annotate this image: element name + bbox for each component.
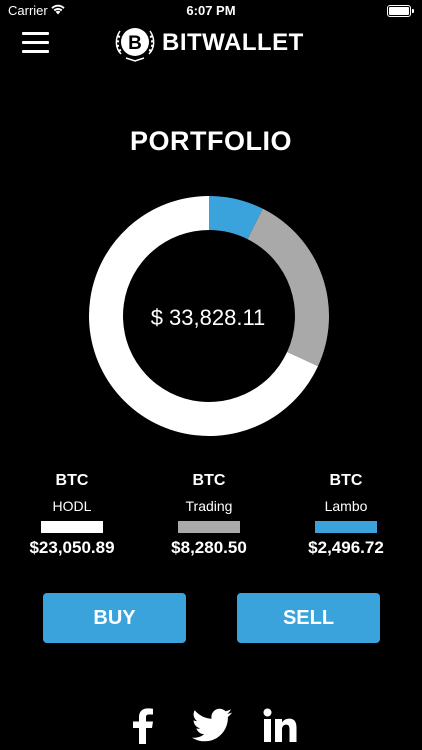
legend-amount: $2,496.72 bbox=[308, 538, 384, 557]
sell-button[interactable]: SELL bbox=[237, 593, 380, 643]
legend-amount: $8,280.50 bbox=[171, 538, 247, 557]
bitcoin-laurel-logo: B bbox=[115, 28, 155, 62]
buy-button[interactable]: BUY bbox=[43, 593, 186, 643]
page-title: PORTFOLIO bbox=[130, 126, 292, 156]
legend-coin: BTC bbox=[192, 472, 226, 489]
battery-icon bbox=[387, 5, 414, 17]
hamburger-menu-icon[interactable] bbox=[22, 32, 50, 54]
portfolio-total: $ 33,828.11 bbox=[150, 305, 266, 330]
legend-label: Lambo bbox=[324, 498, 368, 514]
legend-label: Trading bbox=[185, 498, 233, 514]
legend-coin: BTC bbox=[55, 472, 89, 489]
legend-amount: $23,050.89 bbox=[29, 538, 115, 557]
legend-item-lambo: BTC Lambo $2,496.72 bbox=[276, 472, 416, 558]
legend-swatch bbox=[178, 521, 240, 533]
legend-item-trading: BTC Trading $8,280.50 bbox=[139, 472, 279, 558]
nav-bar: B BITWALLET bbox=[0, 22, 422, 66]
legend-swatch bbox=[315, 521, 377, 533]
donut-slice-trading bbox=[247, 208, 329, 367]
legend-label: HODL bbox=[52, 498, 92, 514]
svg-text:B: B bbox=[128, 33, 142, 54]
linkedin-icon[interactable] bbox=[263, 708, 297, 744]
status-time: 6:07 PM bbox=[186, 3, 236, 18]
legend-swatch bbox=[41, 521, 103, 533]
facebook-icon[interactable] bbox=[131, 708, 155, 744]
status-bar: Carrier 6:07 PM bbox=[0, 0, 422, 22]
brand-name: BITWALLET bbox=[162, 29, 304, 56]
legend-item-hodl: BTC HODL $23,050.89 bbox=[2, 472, 142, 558]
twitter-icon[interactable] bbox=[191, 708, 233, 744]
legend-coin: BTC bbox=[329, 472, 363, 489]
